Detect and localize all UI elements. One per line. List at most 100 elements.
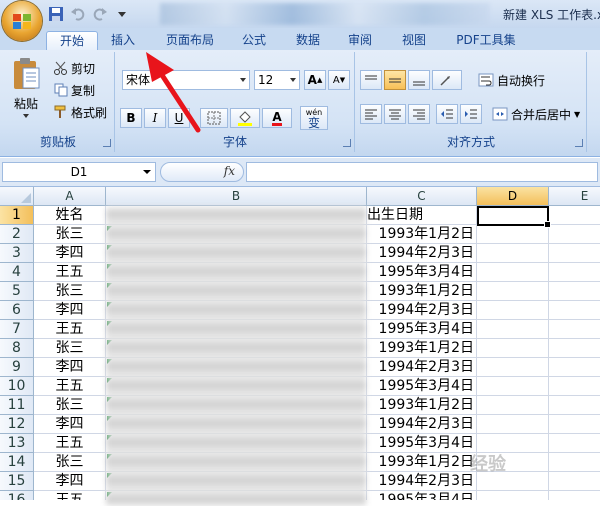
row-header[interactable]: 15 — [0, 472, 34, 491]
row-header[interactable]: 16 — [0, 491, 34, 500]
tab-home[interactable]: 开始 — [46, 31, 98, 51]
cell-birthdate[interactable]: 1993年1月2日 — [367, 225, 477, 244]
save-icon[interactable] — [48, 6, 64, 22]
name-box-dropdown-icon[interactable] — [143, 170, 151, 174]
cell-birthdate[interactable]: 1995年3月4日 — [367, 320, 477, 339]
cell-e[interactable] — [549, 339, 600, 358]
cell-birthdate[interactable]: 1994年2月3日 — [367, 415, 477, 434]
row-header[interactable]: 2 — [0, 225, 34, 244]
cut-button[interactable]: 剪切 — [54, 58, 95, 78]
cell-birthdate[interactable]: 1994年2月3日 — [367, 472, 477, 491]
cell-name[interactable]: 李四 — [34, 415, 106, 434]
font-size-combo[interactable]: 12 — [254, 70, 300, 90]
cell-birthdate[interactable]: 1994年2月3日 — [367, 244, 477, 263]
cell-e[interactable] — [549, 377, 600, 396]
row-header[interactable]: 12 — [0, 415, 34, 434]
row-header[interactable]: 1 — [0, 206, 34, 225]
cell-name[interactable]: 王五 — [34, 377, 106, 396]
align-bottom-button[interactable] — [408, 70, 430, 90]
cell-birthdate[interactable]: 1995年3月4日 — [367, 434, 477, 453]
merge-dropdown-icon[interactable]: ▼ — [574, 110, 580, 119]
cell-d[interactable] — [477, 225, 549, 244]
italic-button[interactable]: I — [144, 108, 166, 128]
cell-d[interactable] — [477, 320, 549, 339]
tab-page-layout[interactable]: 页面布局 — [158, 31, 222, 50]
cell-birthdate[interactable]: 1995年3月4日 — [367, 263, 477, 282]
cell-birthdate[interactable]: 1995年3月4日 — [367, 491, 477, 500]
fill-color-button[interactable] — [230, 108, 260, 128]
font-color-button[interactable]: A — [262, 108, 292, 128]
cell-name[interactable]: 张三 — [34, 225, 106, 244]
clipboard-dialog-launcher-icon[interactable] — [103, 139, 111, 147]
cell-d[interactable] — [477, 396, 549, 415]
cell-d[interactable] — [477, 377, 549, 396]
cell-d[interactable] — [477, 244, 549, 263]
wrap-text-button[interactable]: 自动换行 — [478, 70, 545, 90]
align-middle-button[interactable] — [384, 70, 406, 90]
tab-data[interactable]: 数据 — [286, 31, 330, 50]
cell-name[interactable]: 李四 — [34, 358, 106, 377]
cell-birthdate[interactable]: 1993年1月2日 — [367, 282, 477, 301]
alignment-dialog-launcher-icon[interactable] — [575, 139, 583, 147]
cell-name[interactable]: 李四 — [34, 472, 106, 491]
cell-e[interactable] — [549, 453, 600, 472]
row-header[interactable]: 11 — [0, 396, 34, 415]
tab-review[interactable]: 审阅 — [338, 31, 382, 50]
tab-pdf-tools[interactable]: PDF工具集 — [448, 31, 524, 50]
customize-qat-icon[interactable] — [114, 6, 130, 22]
copy-button[interactable]: 复制 — [54, 80, 95, 100]
cell-name[interactable]: 张三 — [34, 453, 106, 472]
cell-e[interactable] — [549, 301, 600, 320]
select-all-button[interactable] — [0, 187, 34, 206]
grow-font-button[interactable]: A ▲ — [304, 70, 326, 90]
borders-button[interactable] — [200, 108, 228, 128]
row-header[interactable]: 14 — [0, 453, 34, 472]
cell-e[interactable] — [549, 396, 600, 415]
cell-d[interactable] — [477, 263, 549, 282]
cell-d[interactable] — [477, 491, 549, 500]
cell-birthdate[interactable]: 1994年2月3日 — [367, 358, 477, 377]
cell-d[interactable] — [477, 301, 549, 320]
shrink-font-button[interactable]: A ▼ — [328, 70, 350, 90]
column-header-a[interactable]: A — [34, 187, 106, 206]
cell-e[interactable] — [549, 244, 600, 263]
column-header-c[interactable]: C — [367, 187, 477, 206]
increase-indent-button[interactable] — [460, 104, 482, 124]
cell-name[interactable]: 王五 — [34, 491, 106, 500]
font-dialog-launcher-icon[interactable] — [343, 139, 351, 147]
paste-button[interactable]: 粘贴 — [8, 56, 44, 132]
underline-button[interactable]: U — [168, 108, 190, 128]
cell-e[interactable] — [549, 434, 600, 453]
row-header[interactable]: 8 — [0, 339, 34, 358]
row-header[interactable]: 5 — [0, 282, 34, 301]
cell-name[interactable]: 李四 — [34, 244, 106, 263]
cell-e[interactable] — [549, 282, 600, 301]
cell-birthdate[interactable]: 1995年3月4日 — [367, 377, 477, 396]
row-header[interactable]: 13 — [0, 434, 34, 453]
cell-e[interactable] — [549, 225, 600, 244]
row-header[interactable]: 6 — [0, 301, 34, 320]
cell-birthdate[interactable]: 1993年1月2日 — [367, 339, 477, 358]
decrease-indent-button[interactable] — [436, 104, 458, 124]
paste-dropdown-icon[interactable] — [23, 114, 29, 118]
active-cell-d1[interactable] — [477, 206, 551, 228]
undo-icon[interactable] — [70, 6, 86, 22]
align-left-button[interactable] — [360, 104, 382, 124]
cell-name[interactable]: 李四 — [34, 301, 106, 320]
row-header[interactable]: 3 — [0, 244, 34, 263]
cell-d[interactable] — [477, 358, 549, 377]
row-header[interactable]: 9 — [0, 358, 34, 377]
cell-name[interactable]: 张三 — [34, 282, 106, 301]
phonetic-button[interactable]: wén 变 — [300, 106, 328, 130]
cell-name[interactable]: 姓名 — [34, 206, 106, 225]
bold-button[interactable]: B — [120, 108, 142, 128]
font-name-combo[interactable]: 宋体 — [122, 70, 250, 90]
tab-insert[interactable]: 插入 — [100, 31, 146, 50]
cell-d[interactable] — [477, 339, 549, 358]
cell-name[interactable]: 王五 — [34, 434, 106, 453]
orientation-button[interactable] — [432, 70, 462, 90]
formula-input[interactable] — [246, 162, 598, 182]
cell-name[interactable]: 张三 — [34, 396, 106, 415]
cell-e[interactable] — [549, 320, 600, 339]
insert-function-button[interactable]: fx — [160, 162, 244, 182]
